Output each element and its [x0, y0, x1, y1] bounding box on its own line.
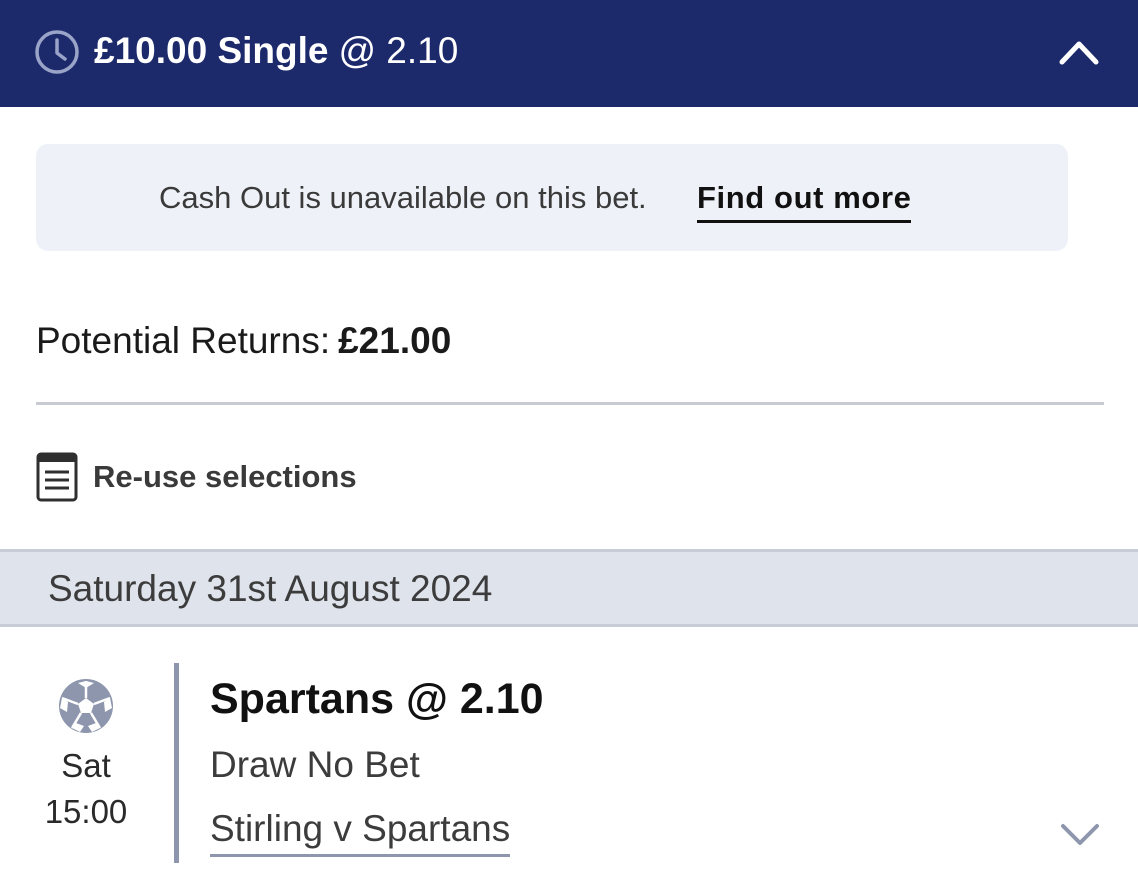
football-icon [59, 679, 113, 733]
event-time: 15:00 [44, 793, 128, 830]
selection-separator [174, 663, 179, 863]
document-icon [36, 452, 78, 502]
bet-header[interactable]: £10.00 Single @ 2.10 [0, 0, 1138, 107]
bet-odds: @ 2.10 [338, 30, 459, 71]
selection-event-link[interactable]: Stirling v Spartans [210, 806, 511, 857]
find-out-more-link[interactable]: Find out more [697, 178, 912, 223]
chevron-up-icon[interactable] [1056, 32, 1102, 72]
selection-market: Draw No Bet [210, 744, 420, 785]
clock-icon [35, 30, 79, 74]
cash-out-message: Cash Out is unavailable on this bet. [159, 180, 647, 215]
bet-stake-type: £10.00 Single [94, 30, 329, 71]
potential-returns: Potential Returns: £21.00 [36, 318, 451, 364]
cash-out-notice: Cash Out is unavailable on this bet. Fin… [36, 144, 1068, 251]
divider [36, 402, 1104, 405]
potential-returns-amount: £21.00 [338, 320, 452, 361]
event-day: Sat [61, 747, 111, 784]
chevron-down-icon[interactable] [1058, 820, 1102, 850]
bet-title: £10.00 Single @ 2.10 [94, 28, 458, 74]
date-header: Saturday 31st August 2024 [0, 549, 1138, 627]
selection-name: Spartans @ 2.10 [210, 675, 544, 723]
reuse-selections-label: Re-use selections [93, 459, 357, 494]
reuse-selections-button[interactable]: Re-use selections [36, 452, 357, 502]
date-label: Saturday 31st August 2024 [48, 568, 493, 609]
selection-time-block: Sat 15:00 [40, 678, 132, 834]
potential-returns-label: Potential Returns: [36, 320, 331, 361]
